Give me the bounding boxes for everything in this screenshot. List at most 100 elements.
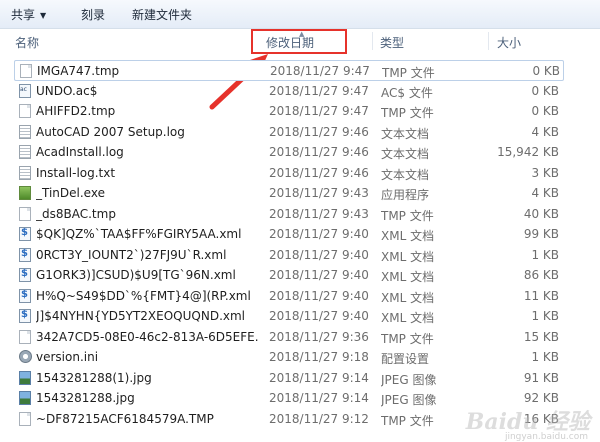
file-type: TMP 文件 (382, 66, 435, 80)
file-name: _TinDel.exe (36, 186, 105, 200)
file-row[interactable]: version.ini 2018/11/27 9:18 配置设置 1 KB (14, 347, 564, 368)
file-date: 2018/11/27 9:14 (269, 370, 369, 385)
file-name: 1543281288(1).jpg (36, 370, 152, 385)
file-type: 文本文档 (381, 167, 430, 182)
file-size: 0 KB (532, 64, 560, 78)
file-row[interactable]: Install-log.txt 2018/11/27 9:46 文本文档 3 KB (14, 163, 564, 184)
file-type: XML 文档 (381, 311, 435, 325)
watermark-url: jingyan.baidu.com (504, 432, 588, 442)
file-date: 2018/11/27 9:47 (270, 64, 370, 78)
file-date: 2018/11/27 9:46 (269, 165, 369, 180)
file-date: 2018/11/27 9:43 (269, 206, 369, 221)
text-doc-icon (19, 145, 31, 159)
file-size: 4 KB (531, 186, 559, 200)
file-row[interactable]: AutoCAD 2007 Setup.log 2018/11/27 9:46 文本文… (14, 122, 564, 143)
file-type: 配置设置 (381, 352, 430, 366)
file-date: 2018/11/27 9:43 (269, 186, 369, 200)
file-date: 2018/11/27 9:18 (269, 350, 369, 364)
file-name: H%Q~S49$DD`%{FMT}4@](RP.xml (36, 288, 251, 303)
xml-icon (19, 309, 31, 323)
acs-file-icon (19, 83, 31, 98)
file-date: 2018/11/27 9:40 (269, 268, 369, 282)
file-name: J]$4NYHN{YD5YT2XEOQUQND.xml (36, 309, 246, 323)
file-size: 3 KB (531, 165, 559, 180)
file-row[interactable]: 1543281288(1).jpg 2018/11/27 9:14 JPEG 图像 9… (14, 368, 564, 389)
file-size: 11 KB (523, 288, 559, 303)
file-name: $QK]QZ%`TAA$FF%FGIRY5AA.xml (36, 227, 242, 241)
xml-icon (19, 268, 31, 282)
text-doc-icon (19, 165, 31, 180)
file-name: IMGA747.tmp (37, 64, 120, 78)
file-size: 91 KB (523, 370, 559, 385)
xml-icon (19, 227, 31, 241)
file-size: 15,942 KB (497, 145, 559, 159)
file-date: 2018/11/27 9:36 (269, 329, 369, 344)
file-size: 4 KB (531, 124, 559, 139)
file-row[interactable]: G1ORK3)]CSUD)$U9[TG`96N.xml 2018/11/27 9:… (14, 265, 564, 286)
file-row[interactable]: 342A7CD5-08E0-46c2-813A-6D5EFE... 2018/11… (14, 327, 564, 348)
file-date: 2018/11/27 9:47 (269, 104, 369, 118)
file-size: 1 KB (531, 247, 559, 262)
file-size: 1 KB (531, 350, 559, 364)
file-size: 0 KB (531, 104, 559, 118)
image-icon (19, 391, 31, 405)
file-type: XML 文档 (381, 290, 435, 305)
file-row[interactable]: IMGA747.tmp 2018/11/27 9:47 TMP 文件 0 KB (14, 60, 564, 81)
file-type: 应用程序 (381, 188, 430, 202)
settings-file-icon (19, 350, 32, 363)
file-type: TMP 文件 (381, 106, 434, 120)
file-type: XML 文档 (381, 229, 435, 243)
file-size: 1 KB (531, 309, 559, 323)
file-row[interactable]: $QK]QZ%`TAA$FF%FGIRY5AA.xml 2018/11/27 9:… (14, 224, 564, 245)
file-date: 2018/11/27 9:46 (269, 145, 369, 159)
xml-icon (19, 288, 31, 303)
file-type: 文本文档 (381, 147, 430, 161)
file-date: 2018/11/27 9:40 (269, 227, 369, 241)
doc-icon (19, 411, 31, 426)
file-name: AHIFFD2.tmp (36, 104, 116, 118)
file-row[interactable]: _TinDel.exe 2018/11/27 9:43 应用程序 4 KB (14, 183, 564, 204)
file-date: 2018/11/27 9:46 (269, 124, 369, 139)
file-name: _ds8BAC.tmp (36, 206, 116, 221)
file-size: 40 KB (523, 206, 559, 221)
file-size: 99 KB (523, 227, 559, 241)
file-name: version.ini (36, 350, 99, 364)
file-row[interactable]: _ds8BAC.tmp 2018/11/27 9:43 TMP 文件 40 KB (14, 204, 564, 225)
file-row[interactable]: AHIFFD2.tmp 2018/11/27 9:47 TMP 文件 0 KB (14, 101, 564, 122)
file-row[interactable]: AcadInstall.log 2018/11/27 9:46 文本文档 15,942… (14, 142, 564, 163)
file-date: 2018/11/27 9:40 (269, 309, 369, 323)
doc-icon (20, 64, 32, 78)
file-type: AC$ 文件 (381, 85, 433, 100)
doc-icon (19, 329, 31, 344)
file-name: UNDO.ac$ (36, 83, 98, 98)
file-size: 15 KB (523, 329, 559, 344)
file-row[interactable]: J]$4NYHN{YD5YT2XEOQUQND.xml 2018/11/27 9:… (14, 306, 564, 327)
file-date: 2018/11/27 9:14 (269, 391, 369, 405)
file-name: Install-log.txt (36, 165, 116, 180)
text-doc-icon (19, 124, 31, 139)
file-type: XML 文档 (381, 270, 435, 284)
file-size: 92 KB (523, 391, 559, 405)
file-size: 86 KB (523, 268, 559, 282)
file-date: 2018/11/27 9:40 (269, 247, 369, 262)
file-date: 2018/11/27 9:40 (269, 288, 369, 303)
file-name: G1ORK3)]CSUD)$U9[TG`96N.xml (36, 268, 236, 282)
file-type: JPEG 图像 (381, 393, 437, 407)
file-row[interactable]: UNDO.ac$ 2018/11/27 9:47 AC$ 文件 0 KB (14, 81, 564, 102)
file-name: 1543281288.jpg (36, 391, 135, 405)
image-icon (19, 370, 31, 385)
file-type: XML 文档 (381, 249, 435, 264)
file-type: 文本文档 (381, 126, 430, 141)
doc-icon (19, 104, 31, 118)
file-type: TMP 文件 (381, 208, 434, 223)
file-type: TMP 文件 (381, 331, 434, 346)
exe-icon (19, 186, 31, 200)
file-type: TMP 文件 (381, 413, 434, 428)
file-name: AcadInstall.log (36, 145, 124, 159)
file-name: 0RCT3Y_IOUNT2`)27FJ9U`R.xml (36, 247, 227, 262)
file-name: ~DF87215ACF6184579A.TMP (36, 411, 214, 426)
file-type: JPEG 图像 (381, 372, 437, 387)
file-row[interactable]: H%Q~S49$DD`%{FMT}4@](RP.xml 2018/11/27 9:… (14, 286, 564, 307)
file-row[interactable]: 0RCT3Y_IOUNT2`)27FJ9U`R.xml 2018/11/27 9:… (14, 245, 564, 266)
file-name: 342A7CD5-08E0-46c2-813A-6D5EFE... (36, 329, 258, 344)
